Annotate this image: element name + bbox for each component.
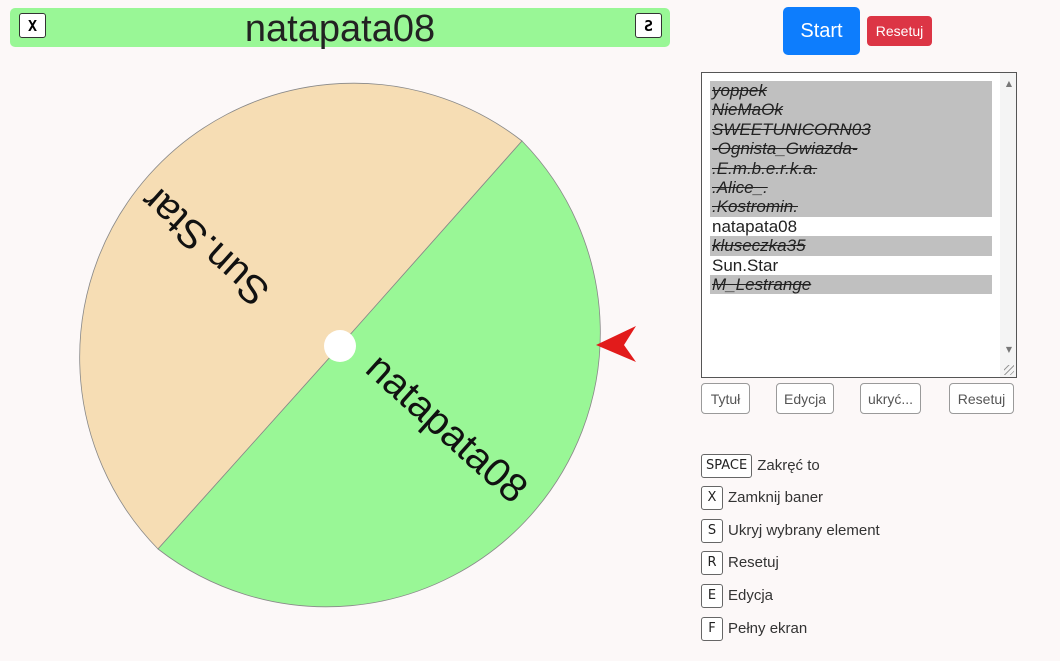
entries-textarea[interactable]: yoppek NieMaOk SWEETUNICORN03 -Ognista_Gwia…	[701, 72, 1017, 378]
list-item: kluseczka35	[710, 236, 992, 256]
list-item: NieMaOk	[710, 100, 992, 120]
shortcut-key: X	[701, 485, 723, 510]
shortcut-label: Zakręć to	[757, 457, 820, 474]
title-button[interactable]: Tytuł	[701, 383, 750, 414]
spin-wheel[interactable]: Sun.Star natapata08	[0, 0, 680, 661]
start-button[interactable]: Start	[783, 7, 860, 55]
list-item: SWEETUNICORN03	[710, 119, 992, 140]
list-item: .Kostromin.	[710, 197, 992, 217]
shortcut-key: E	[701, 583, 723, 608]
shortcut-f: F Pełny ekran	[701, 616, 807, 641]
edit-button[interactable]: Edycja	[776, 383, 834, 414]
wheel-hub	[324, 330, 356, 362]
list-item: M_Lestrange	[710, 274, 992, 295]
shortcut-x: X Zamknij baner	[701, 485, 823, 510]
shortcut-key: R	[701, 550, 723, 575]
shortcut-label: Edycja	[728, 587, 774, 604]
list-item: -Ognista_Gwiazda-	[710, 139, 992, 159]
list-item: .Alice_.	[710, 177, 992, 198]
shortcut-r: R Resetuj	[701, 550, 779, 575]
resize-handle-icon[interactable]	[1004, 365, 1014, 375]
shortcut-key: S	[701, 518, 723, 543]
list-item: natapata08	[712, 216, 798, 236]
scroll-up-icon[interactable]: ▲	[1006, 79, 1012, 88]
scrollbar[interactable]: ▲ ▼	[1000, 73, 1016, 377]
shortcut-key: F	[701, 616, 723, 641]
shortcut-label: Zamknij baner	[728, 489, 824, 506]
shortcut-s: S Ukryj wybrany element	[701, 518, 880, 543]
list-reset-button[interactable]: Resetuj	[949, 383, 1014, 414]
shortcut-label: Pełny ekran	[728, 620, 808, 637]
shortcut-key: SPACE	[701, 453, 753, 478]
pointer-arrow-icon	[596, 326, 636, 362]
hide-button[interactable]: ukryć...	[860, 383, 921, 414]
shortcut-e: E Edycja	[701, 583, 773, 608]
list-item: .E.m.b.e.r.k.a.	[710, 158, 992, 178]
scroll-down-icon[interactable]: ▼	[1006, 345, 1012, 354]
shortcut-space: SPACE Zakręć to	[701, 453, 820, 478]
entries-list: yoppek NieMaOk SWEETUNICORN03 -Ognista_Gwia…	[710, 81, 992, 295]
reset-button[interactable]: Resetuj	[867, 16, 932, 46]
shortcut-label: Resetuj	[728, 554, 779, 571]
list-item: yoppek	[710, 81, 992, 101]
list-item: Sun.Star	[712, 255, 779, 275]
shortcut-label: Ukryj wybrany element	[728, 522, 880, 539]
